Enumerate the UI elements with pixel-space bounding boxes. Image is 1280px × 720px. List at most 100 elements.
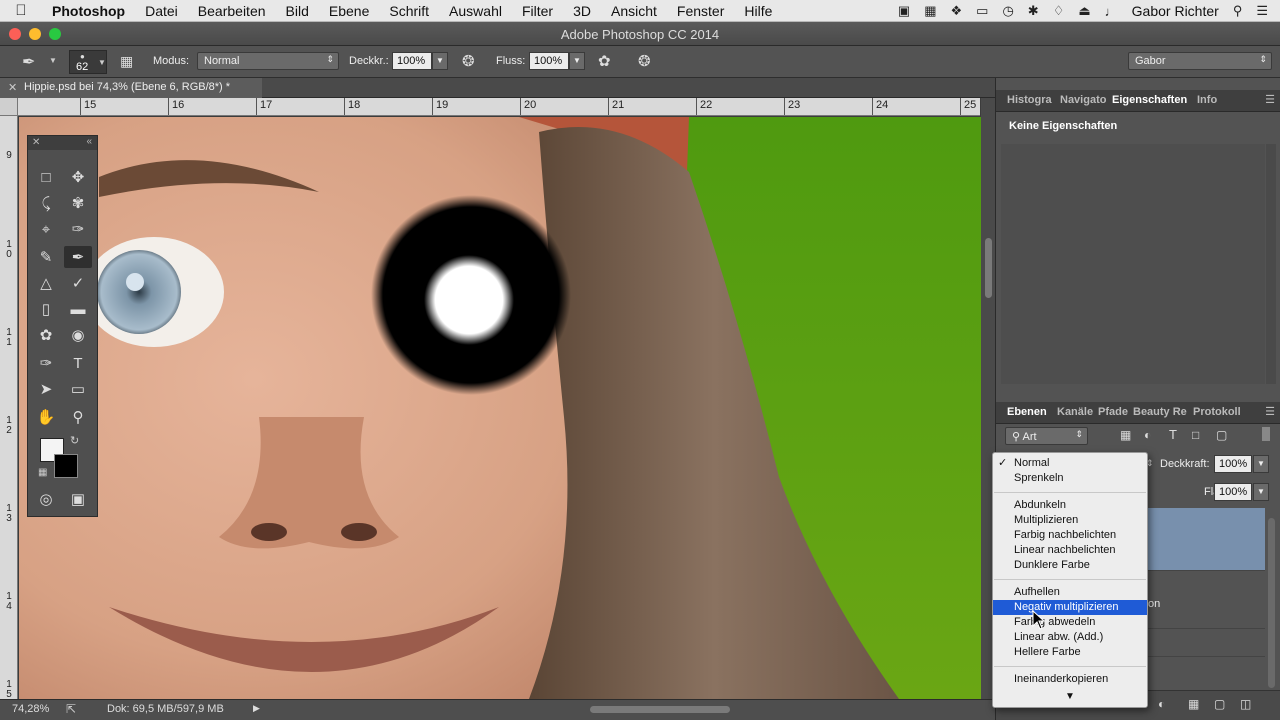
blend-option-farbig-abwedeln[interactable]: Farbig abwedeln — [993, 615, 1147, 630]
tab-history[interactable]: Protokoll — [1193, 406, 1241, 418]
healing-brush-tool-icon[interactable]: ✎ — [32, 246, 60, 268]
pen-tool-icon[interactable]: ✑ — [32, 352, 60, 374]
eyedropper-tool-icon[interactable]: ✑ — [64, 218, 92, 240]
screen-icon[interactable]: ▣ — [898, 3, 910, 19]
properties-scrollbar[interactable] — [1266, 144, 1276, 384]
collapse-panel-icon[interactable]: « — [86, 136, 92, 147]
layer-filter-select[interactable]: ⚲ Art ⇕ — [1005, 427, 1088, 445]
blend-option-aufhellen[interactable]: Aufhellen — [993, 585, 1147, 600]
deckkr-dropdown[interactable]: ▼ — [432, 52, 448, 70]
filter-shape-icon[interactable]: □ — [1192, 428, 1199, 442]
dropbox-icon[interactable]: ❖ — [951, 3, 963, 19]
rectangle-tool-icon[interactable]: ▭ — [64, 378, 92, 400]
blend-option-farbig-nachbelichten[interactable]: Farbig nachbelichten — [993, 528, 1147, 543]
tool-preset-dropdown-icon[interactable]: ▼ — [49, 56, 57, 65]
time-machine-icon[interactable]: ◷ — [1002, 3, 1013, 19]
opacity-field[interactable]: 100% — [1214, 455, 1252, 473]
new-layer-icon[interactable]: ▢ — [1214, 697, 1225, 711]
status-menu-arrow-icon[interactable]: ▶ — [253, 703, 260, 714]
tools-panel-header[interactable]: ✕ « — [28, 136, 97, 150]
hand-tool-icon[interactable]: ✋ — [32, 406, 60, 428]
layers-scrollbar-thumb[interactable] — [1268, 518, 1275, 688]
swap-colors-icon[interactable]: ↻ — [70, 434, 79, 447]
tab-beauty-retouch[interactable]: Beauty Re — [1133, 406, 1187, 418]
blend-option-dunklere-farbe[interactable]: Dunklere Farbe — [993, 558, 1147, 573]
menu-ebene[interactable]: Ebene — [319, 3, 379, 19]
fill-field[interactable]: 100% — [1214, 483, 1252, 501]
menu-auswahl[interactable]: Auswahl — [439, 3, 512, 19]
menu-3d[interactable]: 3D — [563, 3, 601, 19]
notification-icon[interactable]: ☰ — [1256, 3, 1268, 19]
blend-option-linear-nachbelichten[interactable]: Linear nachbelichten — [993, 543, 1147, 558]
brush-tool-icon[interactable]: ✒ — [64, 246, 92, 268]
brush-panel-icon[interactable]: ▦ — [120, 53, 133, 70]
dodge-tool-icon[interactable]: ◉ — [64, 324, 92, 346]
horizontal-scrollbar-thumb[interactable] — [590, 706, 730, 713]
document-canvas[interactable] — [19, 117, 981, 699]
tab-histogram[interactable]: Histogra — [1007, 94, 1052, 106]
tab-layers[interactable]: Ebenen — [1007, 406, 1047, 418]
blend-option-hellere-farbe[interactable]: Hellere Farbe — [993, 645, 1147, 660]
clone-stamp-tool-icon[interactable]: △ — [32, 272, 60, 294]
layer-name-partial[interactable]: on — [1148, 598, 1160, 610]
fill-dropdown[interactable]: ▼ — [1253, 483, 1269, 501]
blend-option-linear-abwedeln[interactable]: Linear abw. (Add.) — [993, 630, 1147, 645]
eject-icon[interactable]: ⏏ — [1078, 3, 1090, 19]
filter-toggle[interactable] — [1262, 427, 1270, 441]
move-tool-icon[interactable]: ✥ — [64, 166, 92, 188]
tab-info[interactable]: Info — [1197, 94, 1217, 106]
close-panel-icon[interactable]: ✕ — [32, 137, 40, 148]
airbrush-icon[interactable]: ✿ — [598, 52, 611, 70]
background-color-swatch[interactable] — [54, 454, 78, 478]
zoom-tool-icon[interactable]: ⚲ — [64, 406, 92, 428]
blend-option-multiplizieren[interactable]: Multiplizieren — [993, 513, 1147, 528]
brush-tool-icon[interactable]: ✒ — [22, 52, 35, 72]
panel-menu-icon[interactable]: ☰ — [1265, 93, 1275, 106]
blend-option-ineinanderkopieren[interactable]: Ineinanderkopieren — [993, 672, 1147, 687]
eraser-tool-icon[interactable]: ▯ — [32, 298, 60, 320]
gradient-tool-icon[interactable]: ▬ — [64, 298, 92, 320]
blend-option-normal[interactable]: ✓ Normal — [993, 456, 1147, 471]
menu-fenster[interactable]: Fenster — [667, 3, 734, 19]
tab-channels[interactable]: Kanäle — [1057, 406, 1093, 418]
zoom-level[interactable]: 74,28% — [12, 703, 49, 715]
document-tab[interactable]: ✕ Hippie.psd bei 74,3% (Ebene 6, RGB/8*)… — [0, 78, 262, 98]
pressure-opacity-icon[interactable]: ❂ — [462, 52, 475, 70]
menu-scroll-down-icon[interactable]: ▼ — [993, 691, 1147, 707]
menu-filter[interactable]: Filter — [512, 3, 563, 19]
horizontal-ruler[interactable]: 15 16 17 18 19 20 21 22 23 24 25 — [18, 98, 980, 116]
screen-mode-icon[interactable]: ▣ — [64, 488, 92, 510]
tab-paths[interactable]: Pfade — [1098, 406, 1128, 418]
modus-select[interactable]: Normal ⇕ — [197, 52, 339, 70]
menu-datei[interactable]: Datei — [135, 3, 188, 19]
bluetooth-icon[interactable]: ✱ — [1028, 3, 1039, 19]
filter-type-icon[interactable]: T — [1169, 427, 1177, 442]
ruler-corner[interactable] — [0, 98, 18, 116]
new-group-icon[interactable]: ▦ — [1188, 697, 1199, 711]
type-tool-icon[interactable]: T — [64, 352, 92, 374]
quick-mask-icon[interactable]: ◎ — [32, 488, 60, 510]
workspace-select[interactable]: Gabor ⇕ — [1128, 52, 1272, 70]
menu-schrift[interactable]: Schrift — [379, 3, 439, 19]
tab-navigator[interactable]: Navigato — [1060, 94, 1106, 106]
menu-hilfe[interactable]: Hilfe — [734, 3, 782, 19]
quick-selection-tool-icon[interactable]: ✾ — [64, 192, 92, 214]
menu-bearbeiten[interactable]: Bearbeiten — [188, 3, 276, 19]
panel-menu-icon[interactable]: ☰ — [1265, 405, 1275, 418]
fluss-field[interactable]: 100% — [529, 52, 569, 70]
path-selection-tool-icon[interactable]: ➤ — [32, 378, 60, 400]
blend-option-negativ-multiplizieren[interactable]: Negativ multiplizieren — [993, 600, 1147, 615]
menu-ansicht[interactable]: Ansicht — [601, 3, 667, 19]
spotlight-icon[interactable]: ⚲ — [1233, 3, 1243, 19]
share-icon[interactable]: ⇱ — [66, 702, 76, 716]
crop-tool-icon[interactable]: ⌖ — [32, 218, 60, 240]
pressure-size-icon[interactable]: ❂ — [638, 52, 651, 70]
filter-smart-object-icon[interactable]: ▢ — [1216, 428, 1227, 442]
history-brush-tool-icon[interactable]: ✓ — [64, 272, 92, 294]
font-icon[interactable]: ▦ — [924, 3, 936, 19]
close-tab-icon[interactable]: ✕ — [8, 81, 17, 94]
lasso-tool-icon[interactable]: ⤹ — [32, 192, 60, 214]
tab-properties[interactable]: Eigenschaften — [1112, 94, 1187, 106]
adjustment-layer-icon[interactable]: ◐ — [1158, 697, 1165, 711]
user-name[interactable]: Gabor Richter — [1132, 3, 1219, 19]
